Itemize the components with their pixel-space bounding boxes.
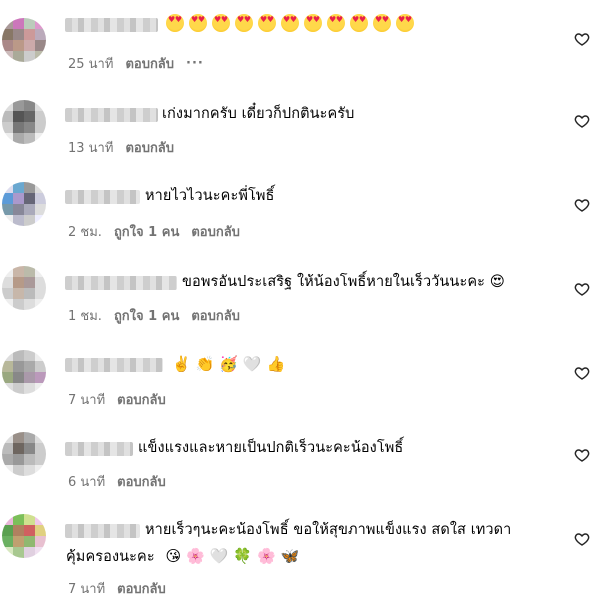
username-blurred[interactable]: [65, 18, 158, 32]
comment-text-line2: คุ้มครองนะคะ 😘 🌸 🤍 🍀 🌸 🦋: [66, 545, 299, 569]
avatar[interactable]: [2, 182, 46, 226]
comment-text: เก่งมากครับ เดี๋ยวก็ปกตินะครับ: [162, 106, 355, 122]
comment-7: หายเร็วๆนะคะน้องโพธิ์ ขอให้สุขภาพแข็งแรง…: [0, 512, 600, 614]
comment-text-body: ขอพรอันประเสริฐ ให้น้องโพธิ์หายในเร็ววัน…: [182, 274, 486, 290]
username-blurred[interactable]: [65, 190, 140, 204]
heart-eyes-emoji-icon: [396, 14, 414, 32]
comment-text: หายไวไวนะคะพี่โพธิ์: [145, 188, 275, 204]
reply-button[interactable]: ตอบกลับ: [117, 578, 166, 599]
avatar[interactable]: [2, 350, 46, 394]
heart-eyes-emoji-icon: [350, 14, 368, 32]
heart-outline-icon[interactable]: [574, 281, 590, 297]
heart-outline-icon[interactable]: [574, 31, 590, 47]
comment-time: 2 ชม.: [68, 225, 102, 240]
comment-meta: 25 นาที ตอบกลับ ···: [68, 53, 204, 74]
comment-time: 6 นาที: [68, 475, 106, 490]
comment-meta: 2 ชม. ถูกใจ 1 คน ตอบกลับ: [68, 221, 240, 242]
comment-2: เก่งมากครับ เดี๋ยวก็ปกตินะครับ 13 นาที ต…: [0, 96, 600, 156]
comment-meta: 6 นาที ตอบกลับ: [68, 471, 166, 492]
heart-eyes-emoji-icon: [189, 14, 207, 32]
heart-eyes-emoji-icon: [281, 14, 299, 32]
username-blurred[interactable]: [65, 108, 158, 122]
heart-eyes-emoji-icon: [212, 14, 230, 32]
likes-count[interactable]: ถูกใจ 1 คน: [114, 221, 179, 242]
heart-eyes-emoji-icon: [373, 14, 391, 32]
comment-time: 1 ชม.: [68, 309, 102, 324]
avatar[interactable]: [2, 266, 46, 310]
emoji-row: ✌️ 👏 🥳 🤍 👍: [172, 355, 286, 373]
comment-time: 7 นาที: [68, 582, 106, 597]
comment-meta: 1 ชม. ถูกใจ 1 คน ตอบกลับ: [68, 305, 240, 326]
heart-outline-icon[interactable]: [574, 447, 590, 463]
heart-eyes-emoji-icon: [235, 14, 253, 32]
heart-eyes-emoji-icon: [166, 14, 184, 32]
emoji-row: 😘 🌸 🤍 🍀 🌸 🦋: [165, 547, 300, 565]
username-blurred[interactable]: [65, 524, 140, 538]
heart-eyes-emoji-icon: [304, 14, 322, 32]
heart-eyes-emoji-icon: 😍: [489, 274, 505, 290]
comment-meta: 7 นาที ตอบกลับ: [68, 578, 166, 599]
avatar[interactable]: [2, 514, 46, 558]
comment-text: หายเร็วๆนะคะน้องโพธิ์ ขอให้สุขภาพแข็งแรง…: [145, 522, 512, 538]
comment-text: ขอพรอันประเสริฐ ให้น้องโพธิ์หายในเร็ววัน…: [182, 270, 505, 294]
reply-button[interactable]: ตอบกลับ: [191, 305, 240, 326]
comment-text-line2-body: คุ้มครองนะคะ: [66, 549, 155, 565]
comment-text: แข็งแรงและหายเป็นปกติเร็วนะคะน้องโพธิ์: [138, 440, 404, 456]
comment-time: 7 นาที: [68, 393, 106, 408]
comment-time: 25 นาที: [68, 57, 114, 72]
comment-6: แข็งแรงและหายเป็นปกติเร็วนะคะน้องโพธิ์ 6…: [0, 430, 600, 490]
reply-button[interactable]: ตอบกลับ: [191, 221, 240, 242]
comment-3: หายไวไวนะคะพี่โพธิ์ 2 ชม. ถูกใจ 1 คน ตอบ…: [0, 180, 600, 240]
heart-outline-icon[interactable]: [574, 365, 590, 381]
reply-button[interactable]: ตอบกลับ: [125, 53, 174, 74]
username-blurred[interactable]: [65, 276, 177, 290]
comment-1: 25 นาที ตอบกลับ ···: [0, 12, 600, 72]
avatar[interactable]: [2, 432, 46, 476]
reply-button[interactable]: ตอบกลับ: [117, 471, 166, 492]
comment-4: ขอพรอันประเสริฐ ให้น้องโพธิ์หายในเร็ววัน…: [0, 264, 600, 324]
likes-count[interactable]: ถูกใจ 1 คน: [114, 305, 179, 326]
comment-time: 13 นาที: [68, 141, 114, 156]
heart-outline-icon[interactable]: [574, 531, 590, 547]
emoji-row: [166, 14, 414, 32]
comment-meta: 13 นาที ตอบกลับ: [68, 137, 174, 158]
reply-button[interactable]: ตอบกลับ: [117, 389, 166, 410]
avatar[interactable]: [2, 100, 46, 144]
heart-outline-icon[interactable]: [574, 197, 590, 213]
username-blurred[interactable]: [65, 442, 133, 456]
heart-eyes-emoji-icon: [327, 14, 345, 32]
comment-5: ✌️ 👏 🥳 🤍 👍 7 นาที ตอบกลับ: [0, 348, 600, 408]
avatar[interactable]: [2, 18, 46, 62]
username-blurred[interactable]: [65, 358, 163, 372]
more-dots-icon[interactable]: ···: [186, 56, 204, 71]
heart-outline-icon[interactable]: [574, 113, 590, 129]
comment-meta: 7 นาที ตอบกลับ: [68, 389, 166, 410]
heart-eyes-emoji-icon: [258, 14, 276, 32]
reply-button[interactable]: ตอบกลับ: [125, 137, 174, 158]
